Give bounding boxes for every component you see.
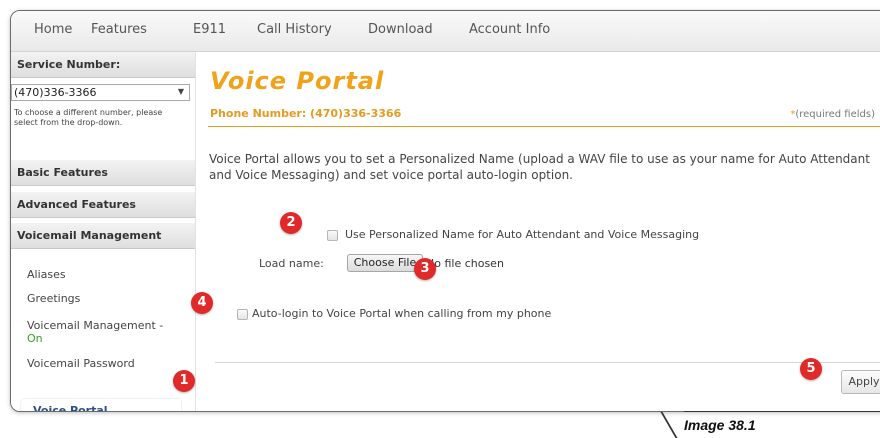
personalized-name-label: Use Personalized Name for Auto Attendant…	[345, 228, 700, 241]
top-navigation: Home Features E911 Call History Download…	[11, 11, 880, 52]
phone-number-label: Phone Number: (470)336-3366	[210, 107, 402, 120]
selected-number: (470)336-3366	[14, 86, 97, 99]
sidebar-item-aliases[interactable]: Aliases	[27, 268, 66, 281]
sidebar-section-basic-features[interactable]: Basic Features	[11, 160, 195, 186]
callout-marker-4: 4	[191, 292, 213, 314]
status-on: On	[27, 332, 43, 345]
page-title: Voice Portal	[210, 67, 385, 95]
nav-call-history[interactable]: Call History	[257, 22, 332, 37]
description-text: Voice Portal allows you to set a Persona…	[209, 152, 870, 182]
caption-rule	[684, 411, 880, 412]
nav-features[interactable]: Features	[91, 22, 147, 37]
sidebar-item-label: Voice Portal	[33, 404, 108, 412]
callout-marker-1: 1	[173, 370, 195, 392]
caption-slash	[660, 412, 678, 438]
no-file-text: No file chosen	[426, 257, 504, 270]
callout-marker-5: 5	[800, 358, 822, 380]
nav-home[interactable]: Home	[34, 22, 72, 37]
auto-login-checkbox[interactable]	[237, 309, 248, 320]
service-number-select[interactable]: (470)336-3366 ▼	[11, 84, 190, 101]
sidebar-section-voicemail-management[interactable]: Voicemail Management	[11, 223, 195, 249]
sidebar: Service Number: (470)336-3366 ▼ To choos…	[11, 52, 196, 411]
sidebar-item-label: Voicemail Management -	[27, 319, 164, 332]
form-divider	[215, 362, 880, 363]
required-fields-note: *(required fields)	[790, 109, 875, 120]
title-divider	[208, 126, 880, 127]
required-note-text: (required fields)	[795, 109, 875, 120]
nav-account-info[interactable]: Account Info	[469, 22, 550, 37]
sidebar-section-advanced-features[interactable]: Advanced Features	[11, 192, 195, 218]
callout-marker-2: 2	[280, 212, 302, 234]
nav-e911[interactable]: E911	[193, 22, 226, 37]
callout-marker-3: 3	[414, 258, 436, 280]
load-name-label: Load name:	[259, 257, 324, 270]
app-window: Home Features E911 Call History Download…	[10, 10, 880, 412]
sidebar-item-voicemail-management[interactable]: Voicemail Management - On	[27, 319, 163, 345]
main-content: Voice Portal Phone Number: (470)336-3366…	[203, 52, 880, 411]
choose-file-button[interactable]: Choose File	[347, 254, 423, 272]
apply-button[interactable]: Apply	[841, 370, 880, 394]
sidebar-item-greetings[interactable]: Greetings	[27, 292, 80, 305]
select-help-text: To choose a different number, please sel…	[14, 108, 163, 127]
chevron-down-icon: ▼	[177, 87, 184, 96]
image-caption: Image 38.1	[684, 417, 756, 433]
sidebar-item-voice-portal[interactable]: Voice Portal	[21, 399, 181, 412]
auto-login-label: Auto-login to Voice Portal when calling …	[252, 307, 552, 320]
sidebar-item-voicemail-password[interactable]: Voicemail Password	[27, 357, 135, 370]
service-number-heading: Service Number:	[11, 52, 195, 78]
personalized-name-checkbox[interactable]	[327, 230, 338, 241]
nav-download[interactable]: Download	[368, 22, 433, 37]
